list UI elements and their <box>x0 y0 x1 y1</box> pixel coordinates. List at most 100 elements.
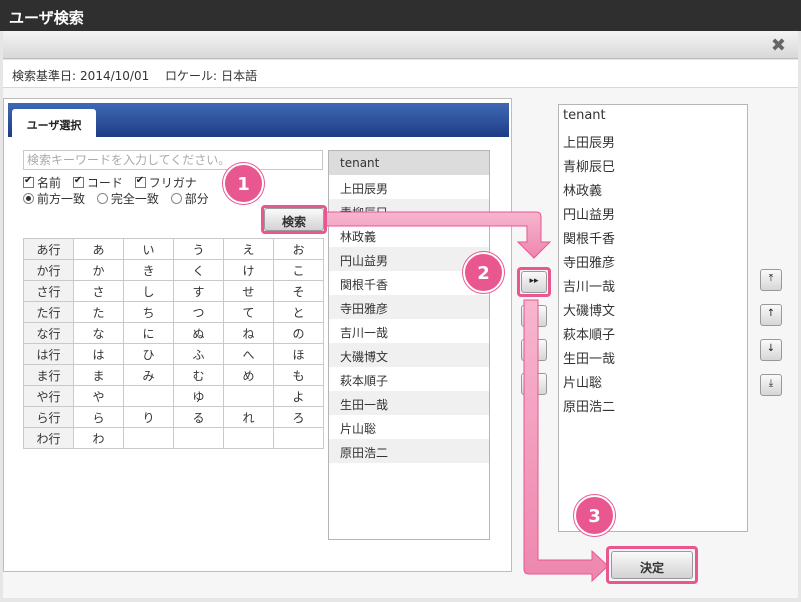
close-icon[interactable]: ✖ <box>771 35 786 56</box>
match-prefix-radio[interactable]: 前方一致 <box>23 190 85 207</box>
kana-cell[interactable]: わ <box>73 427 124 449</box>
kana-cell[interactable]: の <box>273 322 324 344</box>
move-up-button[interactable]: ↑ <box>760 304 782 326</box>
kana-cell[interactable]: ひ <box>123 343 174 365</box>
kana-cell[interactable]: な <box>73 322 124 344</box>
selected-item[interactable]: 青柳辰巳 <box>559 153 747 177</box>
selected-item[interactable]: 林政義 <box>559 177 747 201</box>
remove-all-button[interactable] <box>521 373 547 395</box>
selected-item[interactable]: 生田一哉 <box>559 345 747 369</box>
selected-item[interactable]: 原田浩二 <box>559 393 747 417</box>
result-item[interactable]: 上田辰男 <box>329 175 489 199</box>
add-button[interactable] <box>521 305 547 327</box>
selected-item[interactable]: 吉川一哉 <box>559 273 747 297</box>
kana-row-head[interactable]: あ行 <box>23 238 74 260</box>
kana-cell[interactable]: み <box>123 364 174 386</box>
result-item[interactable]: 原田浩二 <box>329 439 489 463</box>
selected-item[interactable]: 円山益男 <box>559 201 747 225</box>
kana-cell[interactable]: あ <box>73 238 124 260</box>
kana-cell[interactable]: ね <box>223 322 274 344</box>
kana-cell[interactable]: つ <box>173 301 224 323</box>
search-input[interactable] <box>23 150 323 170</box>
kana-cell[interactable]: る <box>173 406 224 428</box>
kana-cell[interactable] <box>123 385 174 407</box>
kana-cell[interactable]: て <box>223 301 274 323</box>
kana-row-head[interactable]: わ行 <box>23 427 74 449</box>
kana-cell[interactable]: く <box>173 259 224 281</box>
result-item[interactable]: tenant <box>329 151 489 175</box>
kana-cell[interactable]: よ <box>273 385 324 407</box>
kana-cell[interactable]: け <box>223 259 274 281</box>
selected-item[interactable]: 萩本順子 <box>559 321 747 345</box>
kana-cell[interactable]: せ <box>223 280 274 302</box>
kana-cell[interactable]: ふ <box>173 343 224 365</box>
move-top-button[interactable]: ⤒ <box>760 269 782 291</box>
kana-row-head[interactable]: か行 <box>23 259 74 281</box>
selected-user-list[interactable]: tenant 上田辰男 青柳辰巳 林政義 円山益男 関根千香 寺田雅彦 吉川一哉 大磯博文 萩本順… <box>558 104 748 532</box>
kana-cell[interactable]: こ <box>273 259 324 281</box>
kana-row-head[interactable]: や行 <box>23 385 74 407</box>
field-name-checkbox[interactable]: 名前 <box>23 174 61 191</box>
kana-cell[interactable]: ぬ <box>173 322 224 344</box>
selected-item[interactable]: 寺田雅彦 <box>559 249 747 273</box>
kana-cell[interactable]: そ <box>273 280 324 302</box>
kana-row-head[interactable]: な行 <box>23 322 74 344</box>
kana-cell[interactable]: す <box>173 280 224 302</box>
result-item[interactable]: 大磯博文 <box>329 343 489 367</box>
kana-row-head[interactable]: ら行 <box>23 406 74 428</box>
kana-cell[interactable]: は <box>73 343 124 365</box>
match-partial-radio[interactable]: 部分 <box>170 190 209 207</box>
result-item[interactable]: 片山聡 <box>329 415 489 439</box>
kana-cell[interactable] <box>223 385 274 407</box>
match-exact-radio[interactable]: 完全一致 <box>96 190 159 207</box>
result-item[interactable]: 林政義 <box>329 223 489 247</box>
kana-cell[interactable]: に <box>123 322 174 344</box>
selected-item[interactable]: 大磯博文 <box>559 297 747 321</box>
kana-cell[interactable] <box>223 427 274 449</box>
kana-cell[interactable]: ろ <box>273 406 324 428</box>
selected-item[interactable]: 関根千香 <box>559 225 747 249</box>
field-kana-checkbox[interactable]: フリガナ <box>134 174 197 191</box>
kana-cell[interactable]: い <box>123 238 174 260</box>
kana-cell[interactable]: お <box>273 238 324 260</box>
selected-item[interactable]: 上田辰男 <box>559 129 747 153</box>
kana-cell[interactable]: ほ <box>273 343 324 365</box>
kana-cell[interactable]: か <box>73 259 124 281</box>
result-item[interactable]: 寺田雅彦 <box>329 295 489 319</box>
kana-cell[interactable]: え <box>223 238 274 260</box>
kana-row-head[interactable]: さ行 <box>23 280 74 302</box>
kana-cell[interactable]: き <box>123 259 174 281</box>
kana-cell[interactable]: ち <box>123 301 174 323</box>
remove-button[interactable] <box>521 339 547 361</box>
result-item[interactable]: 萩本順子 <box>329 367 489 391</box>
kana-cell[interactable]: へ <box>223 343 274 365</box>
kana-cell[interactable]: も <box>273 364 324 386</box>
result-item[interactable]: 青柳辰巳 <box>329 199 489 223</box>
kana-row-head[interactable]: は行 <box>23 343 74 365</box>
kana-cell[interactable] <box>173 427 224 449</box>
selected-item[interactable]: tenant <box>559 105 747 129</box>
kana-cell[interactable]: と <box>273 301 324 323</box>
result-item[interactable]: 吉川一哉 <box>329 319 489 343</box>
kana-cell[interactable]: ま <box>73 364 124 386</box>
tab-user-select[interactable]: ユーザ選択 <box>12 109 96 137</box>
search-result-list[interactable]: tenant 上田辰男 青柳辰巳 林政義 円山益男 関根千香 寺田雅彦 吉川一哉 大磯博文 萩本順… <box>328 150 490 540</box>
result-item[interactable]: 生田一哉 <box>329 391 489 415</box>
kana-cell[interactable]: う <box>173 238 224 260</box>
kana-cell[interactable]: む <box>173 364 224 386</box>
kana-cell[interactable]: ら <box>73 406 124 428</box>
kana-row-head[interactable]: ま行 <box>23 364 74 386</box>
move-down-button[interactable]: ↓ <box>760 339 782 361</box>
kana-cell[interactable] <box>123 427 174 449</box>
kana-cell[interactable]: さ <box>73 280 124 302</box>
kana-row-head[interactable]: た行 <box>23 301 74 323</box>
move-bottom-button[interactable]: ⤓ <box>760 374 782 396</box>
selected-item[interactable]: 片山聡 <box>559 369 747 393</box>
kana-cell[interactable]: り <box>123 406 174 428</box>
kana-cell[interactable]: た <box>73 301 124 323</box>
kana-cell[interactable]: し <box>123 280 174 302</box>
kana-cell[interactable] <box>273 427 324 449</box>
kana-cell[interactable]: ゆ <box>173 385 224 407</box>
kana-cell[interactable]: や <box>73 385 124 407</box>
kana-cell[interactable]: め <box>223 364 274 386</box>
